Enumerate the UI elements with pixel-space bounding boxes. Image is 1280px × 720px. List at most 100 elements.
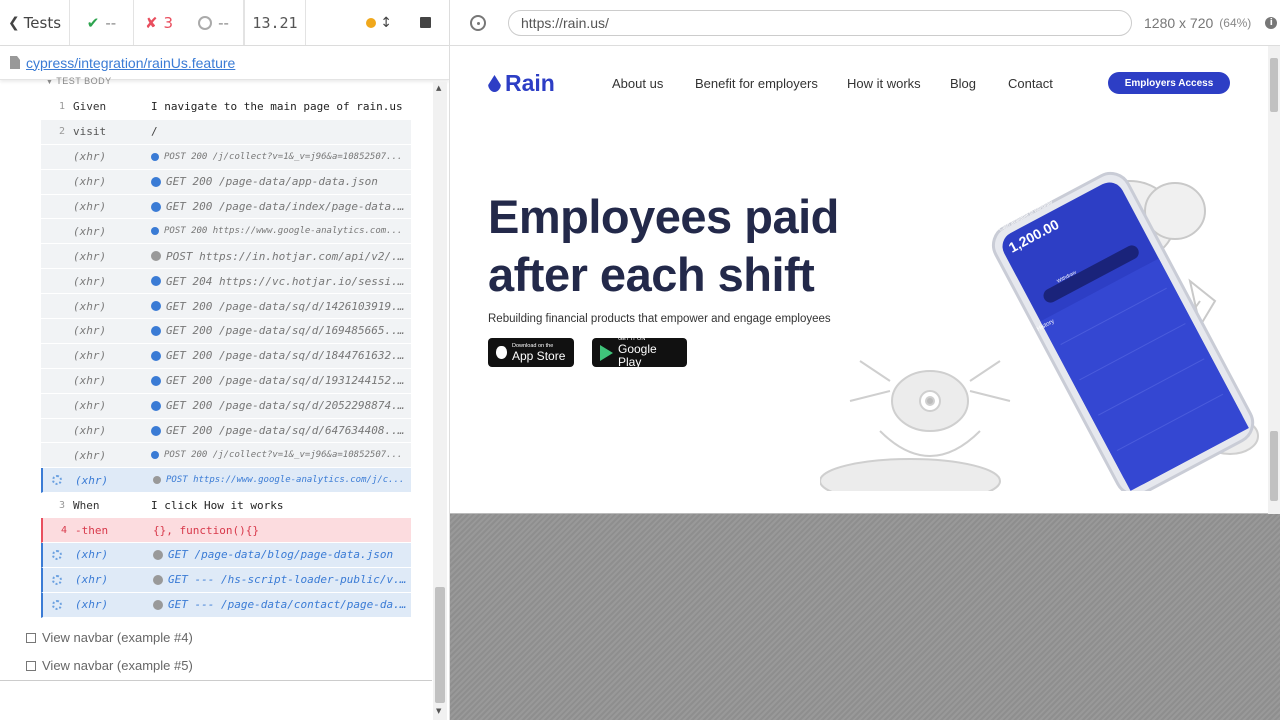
url-input[interactable]: https://rain.us/ <box>508 9 1132 36</box>
command-message: POST 200 /j/collect?v=1&_v=j96&a=1085250… <box>151 152 411 162</box>
xhr-command-row[interactable]: (xhr) GET /page-data/blog/page-data.json <box>41 543 411 568</box>
command-row[interactable]: 1 Given I navigate to the main page of rai… <box>41 95 411 120</box>
xhr-command-row[interactable]: (xhr) GET 200 /page-data/app-data.json <box>41 169 411 195</box>
cross-icon: ✘ <box>144 13 158 32</box>
failed-stat: ✘ 3 <box>134 0 184 45</box>
command-message-text: GET --- /page-data/contact/page-da... <box>168 598 407 612</box>
command-message: GET 200 /page-data/app-data.json <box>151 175 411 188</box>
scroll-down-icon[interactable]: ▼ <box>436 707 441 715</box>
failed-count: 3 <box>163 13 174 32</box>
spec-path[interactable]: cypress/integration/rainUs.feature <box>0 46 449 80</box>
employers-access-button[interactable]: Employers Access <box>1108 72 1230 94</box>
rain-logo[interactable]: Rain <box>488 70 555 97</box>
command-row[interactable]: 4 -then {}, function(){} <box>41 518 411 544</box>
spinner-icon <box>52 574 62 585</box>
status-dot-icon <box>151 400 161 411</box>
nav-benefit-for-employers[interactable]: Benefit for employers <box>695 76 818 91</box>
scrollbar-thumb[interactable] <box>1270 58 1278 112</box>
xhr-command-row[interactable]: (xhr) GET 200 /page-data/index/page-data.… <box>41 194 411 220</box>
nav-how-it-works[interactable]: How it works <box>847 76 921 91</box>
aut-header: https://rain.us/ 1280 x 720 (64%) i <box>450 0 1280 46</box>
command-name: (xhr) <box>73 249 107 263</box>
command-name: (xhr) <box>73 349 107 363</box>
command-name: (xhr) <box>75 548 109 562</box>
command-message: GET 200 /page-data/sq/d/1844761632... <box>151 349 411 362</box>
scrollbar-thumb[interactable] <box>435 587 445 703</box>
command-message-text: GET 200 /page-data/app-data.json <box>166 175 378 189</box>
google-play-button[interactable]: GET IT ON Google Play <box>592 336 687 369</box>
command-message-text: GET 200 /page-data/sq/d/1931244152... <box>166 374 407 388</box>
xhr-command-row[interactable]: (xhr) POST https://www.google-analytics.c… <box>41 468 411 494</box>
status-dot-icon <box>151 276 161 287</box>
xhr-command-row[interactable]: (xhr) POST https://in.hotjar.com/api/v2/.… <box>41 244 411 270</box>
example-row[interactable]: View navbar (example #5) <box>26 658 193 673</box>
passed-stat: ✔ -- <box>70 0 134 45</box>
xhr-command-row[interactable]: (xhr) GET 200 /page-data/sq/d/2052298874.… <box>41 393 411 419</box>
example-label[interactable]: View navbar (example #5) <box>42 658 193 673</box>
command-message-text: GET 200 /page-data/sq/d/647634408.... <box>166 424 407 438</box>
command-message-text: GET 200 /page-data/sq/d/169485665.... <box>166 324 407 338</box>
status-dot-icon <box>151 251 161 262</box>
auto-scroll-toggle[interactable]: ↕ <box>366 15 392 31</box>
status-dot-icon <box>151 350 161 361</box>
scrollbar-thumb-lower[interactable] <box>1270 431 1278 501</box>
nav-blog[interactable]: Blog <box>950 76 976 91</box>
nav-about-us[interactable]: About us <box>612 76 663 91</box>
selector-playground-icon[interactable] <box>470 14 486 31</box>
xhr-command-row[interactable]: (xhr) GET --- /hs-script-loader-public/v.… <box>41 567 411 593</box>
run-controls: ↕ <box>306 0 449 45</box>
caret-down-icon: ▼ <box>46 79 54 86</box>
info-icon[interactable]: i <box>1265 16 1278 29</box>
reporter-scrollbar[interactable]: ▲ ▼ <box>433 82 447 720</box>
spinner-icon <box>52 475 62 486</box>
xhr-command-row[interactable]: (xhr) GET 200 /page-data/sq/d/1931244152.… <box>41 368 411 394</box>
example-label[interactable]: View navbar (example #4) <box>42 630 193 645</box>
command-row[interactable]: 2 visit / <box>41 119 411 145</box>
xhr-command-row[interactable]: (xhr) POST 200 /j/collect?v=1&_v=j96&a=10… <box>41 144 411 170</box>
command-message: GET 200 /page-data/sq/d/169485665.... <box>151 324 411 337</box>
reporter-header: ❮ Tests ✔ -- ✘ 3 -- 13.21 ↕ <box>0 0 449 46</box>
command-message: POST 200 https://www.google-analytics.co… <box>151 226 411 236</box>
xhr-command-row[interactable]: (xhr) POST 200 https://www.google-analyti… <box>41 219 411 245</box>
command-message-text: GET 200 /page-data/sq/d/1844761632... <box>166 349 407 363</box>
command-number: 2 <box>58 126 65 138</box>
status-dot-icon <box>151 152 159 161</box>
xhr-command-row[interactable]: (xhr) GET 204 https://vc.hotjar.io/sessi.… <box>41 269 411 295</box>
command-name: (xhr) <box>73 424 107 438</box>
command-number: 4 <box>60 524 67 536</box>
website-frame: Rain About us Benefit for employers How … <box>450 46 1280 514</box>
xhr-command-row[interactable]: (xhr) POST 200 /j/collect?v=1&_v=j96&a=10… <box>41 443 411 469</box>
command-message: GET 204 https://vc.hotjar.io/sessi... <box>151 275 411 288</box>
site-scrollbar[interactable] <box>1268 46 1280 514</box>
status-dot-icon <box>151 451 159 460</box>
command-message: I click How it works <box>151 498 284 512</box>
stop-icon[interactable] <box>420 17 431 28</box>
command-name: (xhr) <box>75 598 109 612</box>
xhr-command-row[interactable]: (xhr) GET 200 /page-data/sq/d/169485665..… <box>41 319 411 344</box>
scroll-up-icon[interactable]: ▲ <box>436 84 441 92</box>
command-message: POST https://www.google-analytics.com/j/… <box>153 475 411 485</box>
command-name: When <box>73 498 100 512</box>
checkbox-icon <box>26 632 36 643</box>
test-body-label: ▼ TEST BODY <box>46 76 112 86</box>
command-name: (xhr) <box>73 399 107 413</box>
chevron-left-icon: ❮ <box>7 14 20 31</box>
command-message-text: GET --- /hs-script-loader-public/v... <box>168 573 407 587</box>
command-row[interactable]: 3 When I click How it works <box>41 493 411 519</box>
tests-button[interactable]: ❮ Tests <box>0 0 70 45</box>
xhr-command-row[interactable]: (xhr) GET 200 /page-data/sq/d/1844761632.… <box>41 343 411 369</box>
xhr-command-row[interactable]: (xhr) GET --- /page-data/contact/page-da.… <box>41 592 411 618</box>
nav-contact[interactable]: Contact <box>1008 76 1053 91</box>
command-message-text: POST 200 /j/collect?v=1&_v=j96&a=1085250… <box>164 151 403 162</box>
example-row[interactable]: View navbar (example #4) <box>26 630 193 645</box>
xhr-command-row[interactable]: (xhr) GET 200 /page-data/sq/d/647634408..… <box>41 418 411 444</box>
spinner-icon <box>52 599 62 610</box>
xhr-command-row[interactable]: (xhr) GET 200 /page-data/sq/d/1426103919.… <box>41 294 411 320</box>
spec-path-text[interactable]: cypress/integration/rainUs.feature <box>26 55 235 71</box>
app-store-button[interactable]: Download on the App Store <box>488 338 574 367</box>
divider <box>0 680 432 681</box>
command-name: (xhr) <box>73 175 107 189</box>
raindrop-icon <box>488 75 501 92</box>
app-under-test: https://rain.us/ 1280 x 720 (64%) i Rain… <box>450 0 1280 720</box>
check-icon: ✔ <box>86 13 100 32</box>
